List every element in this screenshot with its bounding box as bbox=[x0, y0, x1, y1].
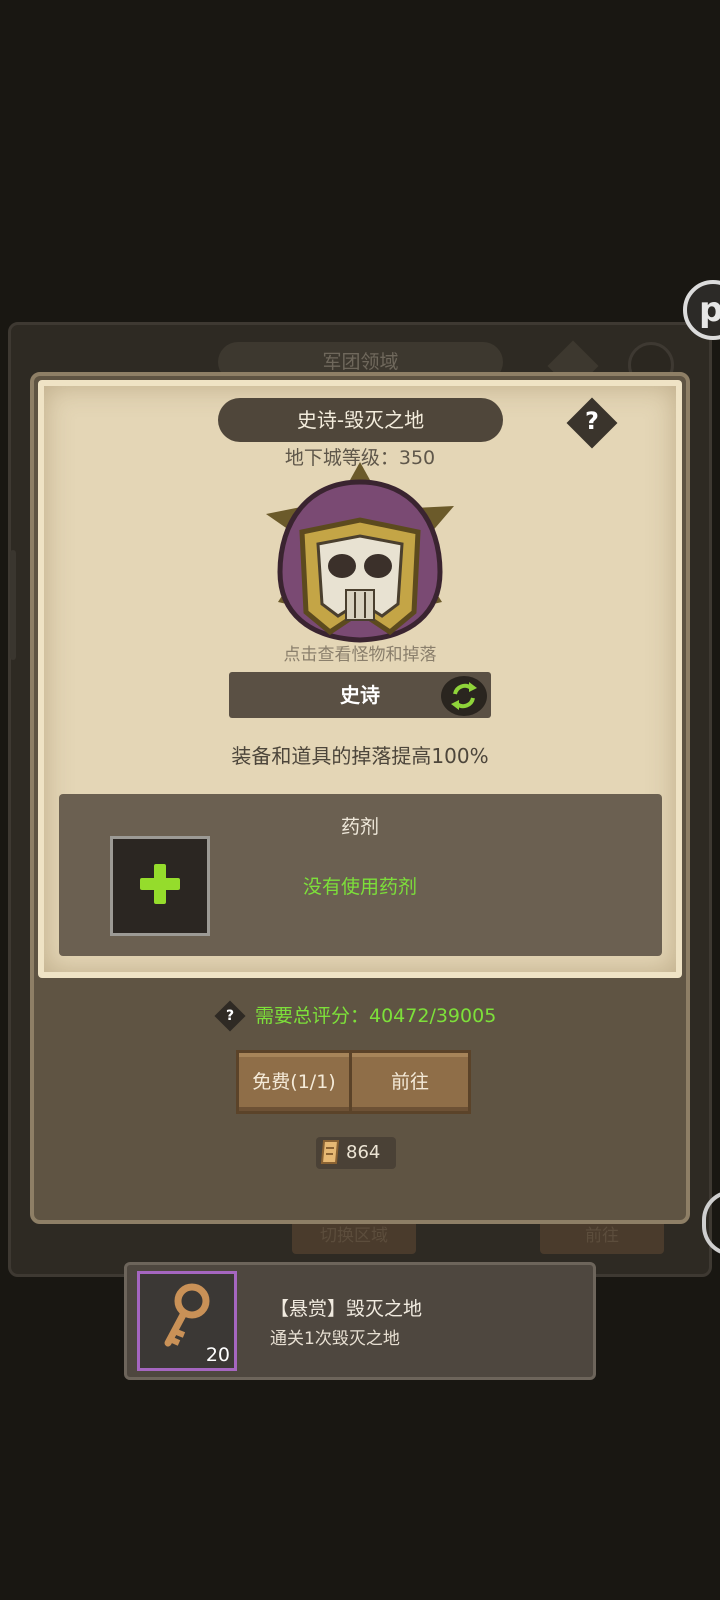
p-icon: p bbox=[699, 290, 720, 330]
requirement-help-mark[interactable]: ? bbox=[219, 1002, 241, 1030]
boss-helmet-icon[interactable] bbox=[262, 462, 458, 648]
requirement-score: 需要总评分：40472/39005 bbox=[255, 1005, 497, 1027]
side-tab[interactable] bbox=[10, 550, 16, 660]
cycle-arrows-icon[interactable] bbox=[441, 676, 487, 716]
free-enter-button[interactable]: 免费(1/1) bbox=[236, 1050, 352, 1114]
dungeon-title: 史诗-毁灭之地 bbox=[218, 398, 503, 442]
go-button[interactable]: 前往 bbox=[349, 1050, 471, 1114]
drop-bonus-text: 装备和道具的掉落提高100% bbox=[231, 744, 489, 768]
quest-reward-count: 20 bbox=[205, 1344, 230, 1366]
help-button[interactable]: ? bbox=[572, 401, 612, 441]
potion-title: 药剂 bbox=[340, 816, 379, 838]
plus-icon-vertical bbox=[154, 864, 166, 904]
scroll-icon bbox=[320, 1140, 340, 1164]
quest-description: 通关1次毁灭之地 bbox=[270, 1329, 400, 1349]
key-icon bbox=[164, 1283, 210, 1347]
cost-value: 864 bbox=[346, 1142, 381, 1163]
potion-empty-text: 没有使用药剂 bbox=[302, 876, 417, 898]
boss-hint[interactable]: 点击查看怪物和掉落 bbox=[200, 640, 520, 666]
quest-title: 【悬赏】毁灭之地 bbox=[270, 1298, 423, 1320]
